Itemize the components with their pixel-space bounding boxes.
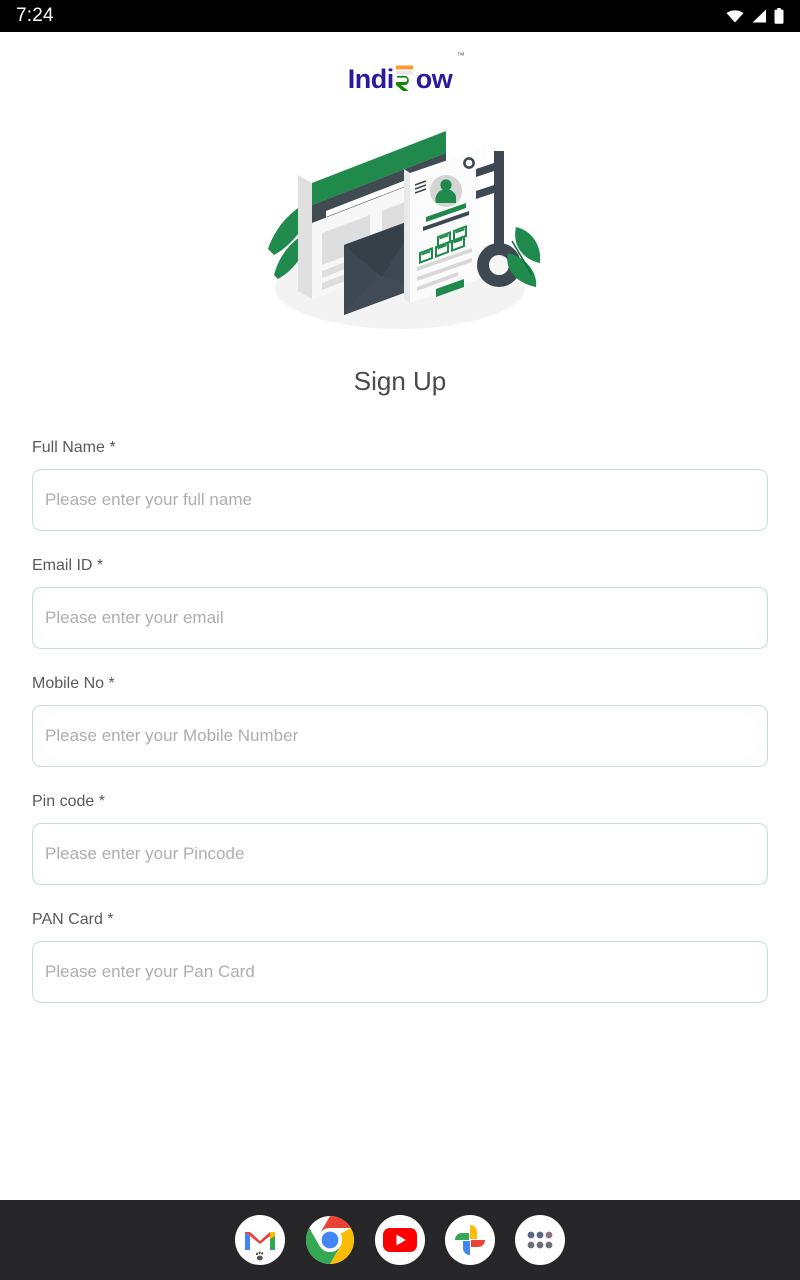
input-pan-card[interactable]	[32, 941, 768, 1003]
label-pan-card: PAN Card *	[32, 911, 114, 928]
gmail-icon[interactable]	[235, 1215, 285, 1265]
field-pin-code: Pin code *	[32, 793, 768, 885]
google-photos-icon[interactable]	[445, 1215, 495, 1265]
chrome-icon[interactable]	[305, 1215, 355, 1265]
field-pan-card: PAN Card *	[32, 911, 768, 1003]
logo-rupee-glyph-icon	[395, 65, 413, 91]
app-drawer-icon[interactable]	[515, 1215, 565, 1265]
paw-badge-icon	[255, 1251, 263, 1261]
logo-text-suffix: ow	[415, 64, 453, 94]
input-full-name[interactable]	[32, 469, 768, 531]
app-logo: Indi ow ™	[0, 51, 800, 98]
trademark-symbol: ™	[456, 51, 465, 60]
signup-illustration	[0, 102, 800, 342]
input-email-id[interactable]	[32, 587, 768, 649]
label-full-name: Full Name *	[32, 439, 116, 456]
status-bar-clock: 7:24	[16, 5, 54, 26]
field-mobile-no: Mobile No *	[32, 675, 768, 767]
label-mobile-no: Mobile No *	[32, 675, 115, 692]
label-email-id: Email ID *	[32, 557, 104, 574]
status-bar: 7:24	[0, 0, 800, 32]
logo-text-prefix: Indi	[347, 64, 395, 94]
signup-security-illustration-svg	[268, 131, 540, 329]
youtube-icon[interactable]	[375, 1215, 425, 1265]
android-dock	[0, 1200, 800, 1280]
input-mobile-no[interactable]	[32, 705, 768, 767]
page-title: Sign Up	[353, 366, 447, 396]
wifi-icon	[726, 10, 744, 23]
field-email-id: Email ID *	[32, 557, 768, 649]
battery-icon	[774, 8, 784, 24]
label-pin-code: Pin code *	[32, 793, 105, 810]
indirow-logo: Indi ow ™	[347, 51, 465, 95]
cellular-signal-icon	[752, 9, 766, 23]
app-content: Indi ow ™ Sign Up Full Name * Please ent…	[0, 32, 800, 1200]
phone-screen: 7:24 Indi ow ™ Sign Up Full Name * Pleas…	[0, 0, 800, 1280]
signup-form: Full Name * Email ID * Mobile No * Pin c…	[0, 439, 800, 1003]
field-full-name: Full Name *	[32, 439, 768, 531]
input-pin-code[interactable]	[32, 823, 768, 885]
status-bar-icons	[726, 8, 784, 24]
profile-card	[404, 149, 480, 303]
